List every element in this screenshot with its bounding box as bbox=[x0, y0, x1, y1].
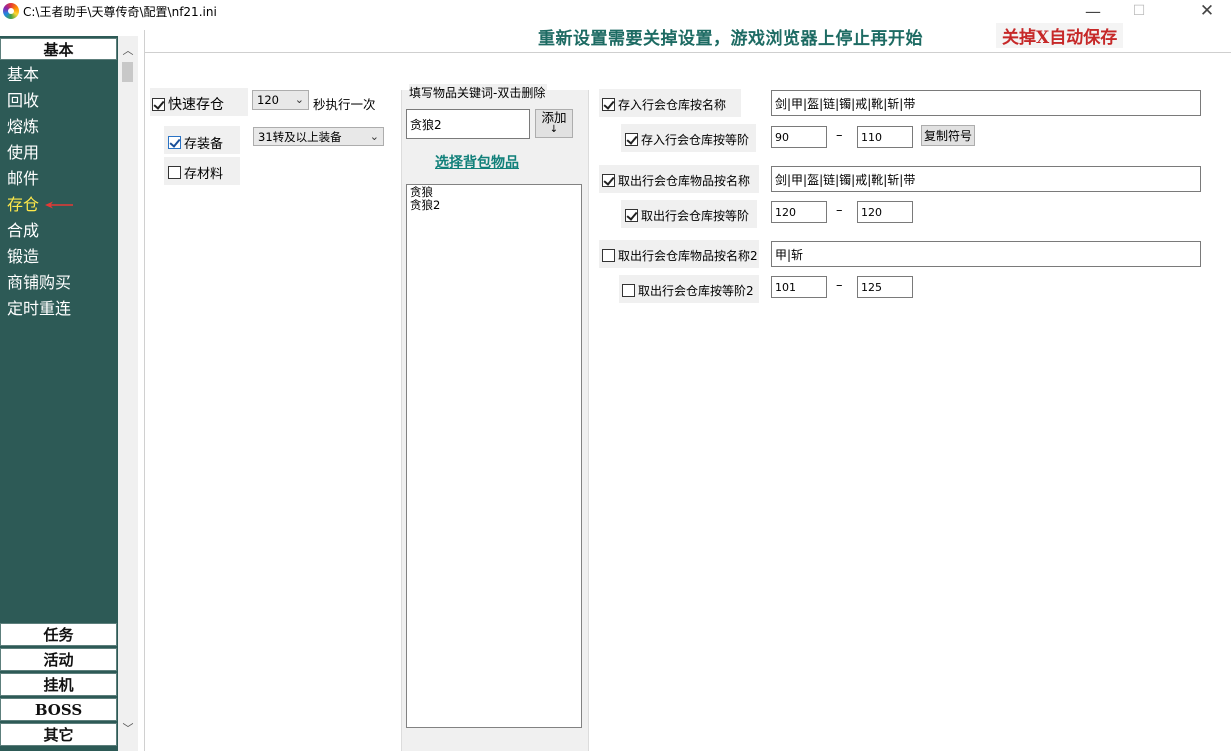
deposit-level-min[interactable]: 90 bbox=[771, 126, 827, 148]
withdraw-name-input[interactable]: 剑|甲|盔|链|镯|戒|靴|斩|带 bbox=[771, 166, 1201, 192]
deposit-level-check-icon bbox=[625, 133, 638, 146]
range-separator: – bbox=[836, 203, 843, 218]
sidebar-scrollbar[interactable]: ︿ ﹀ bbox=[118, 36, 138, 751]
deposit-by-level-checkbox[interactable]: 存入行会仓库按等阶 bbox=[625, 131, 749, 148]
notice-restart: 重新设置需要关掉设置，游戏浏览器上停止再开始 bbox=[538, 29, 923, 49]
withdraw-name-check-icon bbox=[602, 174, 615, 187]
deposit-by-name-label: 存入行会仓库按名称 bbox=[618, 98, 727, 112]
notice-autosave: 关掉X自动保存 bbox=[996, 23, 1124, 48]
store-material-check-icon bbox=[168, 166, 181, 179]
withdraw-name2-check-icon bbox=[602, 249, 615, 262]
red-arrow-icon bbox=[45, 201, 73, 209]
add-keyword-label: 添加 bbox=[541, 109, 567, 125]
equip-filter-select[interactable]: 31转及以上装备 ⌄ bbox=[253, 127, 384, 146]
sidebar-item-mail[interactable]: 邮件 bbox=[0, 166, 118, 192]
copy-symbol-button[interactable]: 复制符号 bbox=[921, 125, 975, 146]
withdraw-level-check-icon bbox=[625, 209, 638, 222]
withdraw-by-level2-checkbox[interactable]: 取出行会仓库按等阶2 bbox=[622, 282, 754, 299]
app-icon bbox=[3, 3, 19, 19]
notice-divider bbox=[145, 52, 1231, 53]
store-material-checkbox[interactable]: 存材料 bbox=[168, 163, 223, 182]
withdraw-by-level-label: 取出行会仓库按等阶 bbox=[641, 209, 750, 223]
deposit-name-input[interactable]: 剑|甲|盔|链|镯|戒|靴|斩|带 bbox=[771, 90, 1201, 116]
quick-store-check-icon bbox=[152, 97, 165, 111]
sidebar-item-basic[interactable]: 基本 bbox=[0, 62, 118, 88]
add-keyword-button[interactable]: 添加 ↓ bbox=[535, 109, 573, 138]
keyword-listbox[interactable]: 贪狼 贪狼2 bbox=[406, 184, 582, 728]
store-material-label: 存材料 bbox=[184, 167, 224, 182]
deposit-by-level-label: 存入行会仓库按等阶 bbox=[641, 133, 750, 147]
keyword-group-title: 填写物品关键词-双击删除 bbox=[409, 84, 548, 101]
sidebar-item-synthesize[interactable]: 合成 bbox=[0, 218, 118, 244]
nav-category-activity[interactable]: 活动 bbox=[0, 648, 117, 671]
withdraw-by-name-label: 取出行会仓库物品按名称 bbox=[618, 174, 751, 188]
minimize-button[interactable]: — bbox=[1070, 0, 1116, 22]
deposit-level-max[interactable]: 110 bbox=[857, 126, 913, 148]
chevron-down-icon: ⌄ bbox=[369, 130, 379, 143]
withdraw-by-level-checkbox[interactable]: 取出行会仓库按等阶 bbox=[625, 207, 749, 224]
interval-suffix: 秒执行一次 bbox=[313, 97, 376, 112]
interval-value: 120 bbox=[257, 93, 279, 107]
store-equip-check-icon bbox=[168, 136, 181, 149]
range-separator: – bbox=[836, 278, 843, 293]
quick-store-label: 快速存仓 bbox=[168, 97, 224, 113]
nav-category-task[interactable]: 任务 bbox=[0, 623, 117, 646]
sidebar-item-smelt[interactable]: 熔炼 bbox=[0, 114, 118, 140]
quick-store-checkbox[interactable]: 快速存仓 bbox=[152, 94, 224, 114]
select-bag-items-link[interactable]: 选择背包物品 bbox=[435, 152, 519, 172]
sidebar-item-recycle[interactable]: 回收 bbox=[0, 88, 118, 114]
scroll-thumb[interactable] bbox=[122, 62, 133, 82]
sidebar-item-forge[interactable]: 锻造 bbox=[0, 244, 118, 270]
equip-filter-value: 31转及以上装备 bbox=[258, 129, 342, 144]
deposit-name-check-icon bbox=[602, 98, 615, 111]
range-separator: – bbox=[836, 128, 843, 143]
withdraw-level2-max[interactable]: 125 bbox=[857, 276, 913, 298]
maximize-button[interactable]: ☐ bbox=[1116, 0, 1162, 22]
withdraw-level2-check-icon bbox=[622, 284, 635, 297]
nav-category-other[interactable]: 其它 bbox=[0, 723, 117, 746]
deposit-by-name-checkbox[interactable]: 存入行会仓库按名称 bbox=[602, 96, 726, 113]
withdraw-level-min[interactable]: 120 bbox=[771, 201, 827, 223]
scroll-up-icon[interactable]: ︿ bbox=[118, 40, 138, 60]
store-equip-label: 存装备 bbox=[184, 137, 224, 152]
arrow-down-icon: ↓ bbox=[549, 123, 559, 135]
title-bar: C:\王者助手\天尊传奇\配置\nf21.ini — ☐ ✕ bbox=[0, 0, 1231, 24]
sidebar-item-use[interactable]: 使用 bbox=[0, 140, 118, 166]
window-title: C:\王者助手\天尊传奇\配置\nf21.ini bbox=[23, 5, 217, 19]
withdraw-by-name2-label: 取出行会仓库物品按名称2 bbox=[618, 249, 758, 263]
sidebar-item-storage-label: 存仓 bbox=[7, 195, 40, 214]
keyword-input[interactable]: 贪狼2 bbox=[406, 109, 530, 139]
withdraw-level2-min[interactable]: 101 bbox=[771, 276, 827, 298]
list-item[interactable]: 贪狼2 bbox=[410, 199, 578, 212]
nav-category-idle[interactable]: 挂机 bbox=[0, 673, 117, 696]
interval-select[interactable]: 120 ⌄ bbox=[252, 90, 309, 110]
sidebar-item-timed-reconnect[interactable]: 定时重连 bbox=[0, 296, 118, 322]
chevron-down-icon: ⌄ bbox=[294, 93, 304, 106]
sidebar-item-shop-buy[interactable]: 商铺购买 bbox=[0, 270, 118, 296]
close-button[interactable]: ✕ bbox=[1184, 0, 1230, 22]
sidebar-list: 基本 回收 熔炼 使用 邮件 存仓 合成 锻造 商铺购买 定时重连 bbox=[0, 62, 118, 322]
withdraw-name2-input[interactable]: 甲|斩 bbox=[771, 241, 1201, 267]
withdraw-by-level2-label: 取出行会仓库按等阶2 bbox=[638, 284, 754, 298]
withdraw-by-name2-checkbox[interactable]: 取出行会仓库物品按名称2 bbox=[602, 247, 758, 264]
content-divider bbox=[144, 30, 145, 751]
withdraw-by-name-checkbox[interactable]: 取出行会仓库物品按名称 bbox=[602, 172, 750, 189]
scroll-down-icon[interactable]: ﹀ bbox=[118, 718, 138, 738]
nav-category-boss[interactable]: BOSS bbox=[0, 698, 117, 721]
store-equip-checkbox[interactable]: 存装备 bbox=[168, 133, 223, 152]
sidebar-item-storage[interactable]: 存仓 bbox=[0, 192, 118, 218]
withdraw-level-max[interactable]: 120 bbox=[857, 201, 913, 223]
nav-category-basic[interactable]: 基本 bbox=[0, 38, 117, 60]
sidebar: 基本 基本 回收 熔炼 使用 邮件 存仓 合成 锻造 商铺购买 定时重连 任务 … bbox=[0, 36, 118, 751]
